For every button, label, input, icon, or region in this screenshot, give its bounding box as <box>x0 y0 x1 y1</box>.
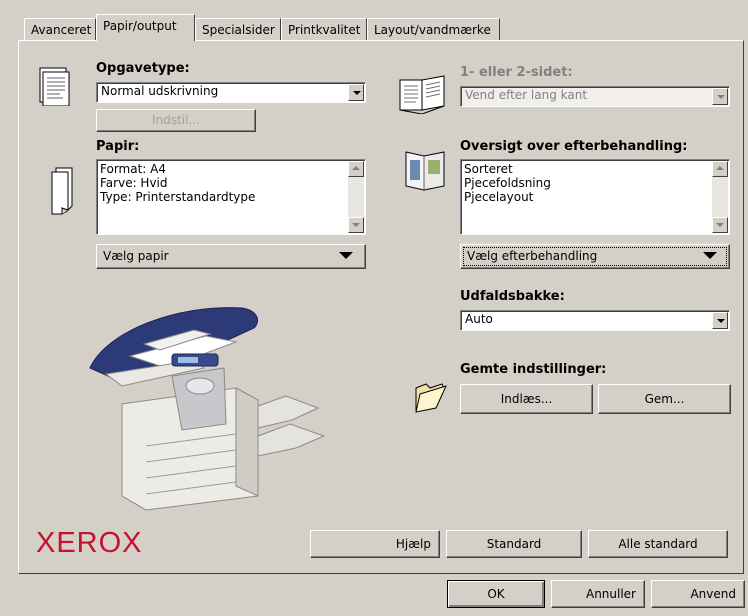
paper-color: Farve: Hvid <box>100 176 168 190</box>
sides-select[interactable]: Vend efter lang kant <box>460 86 730 107</box>
booklet-icon <box>405 151 445 191</box>
saved-settings-label: Gemte indstillinger: <box>460 362 607 377</box>
xerox-logo: XEROX <box>36 527 143 559</box>
duplex-book-icon <box>399 75 445 114</box>
paper-stack-icon <box>51 167 73 215</box>
finishing-summary-list[interactable]: Sorteret Pjecefoldsning Pjecelayout <box>460 159 730 235</box>
chevron-down-icon[interactable] <box>348 84 364 101</box>
select-finishing-label: Vælg efterbehandling <box>467 249 598 263</box>
setup-button[interactable]: Indstil... <box>96 109 256 132</box>
paper-summary-list[interactable]: Format: A4 Farve: Hvid Type: Printerstan… <box>96 159 366 235</box>
paper-format: Format: A4 <box>100 162 166 176</box>
output-tray-label: Udfaldsbakke: <box>460 289 565 304</box>
scroll-down-icon[interactable] <box>348 217 364 233</box>
job-type-label: Opgavetype: <box>96 61 190 76</box>
cancel-button[interactable]: Annuller <box>551 580 645 608</box>
folder-icon <box>415 383 447 413</box>
select-finishing-button[interactable]: Vælg efterbehandling <box>460 244 730 269</box>
select-paper-label: Vælg papir <box>103 249 169 263</box>
select-paper-button[interactable]: Vælg papir <box>96 244 366 269</box>
chevron-down-icon[interactable] <box>712 88 728 105</box>
printer-illustration <box>89 307 326 511</box>
save-button[interactable]: Gem... <box>598 384 731 414</box>
output-tray-select[interactable]: Auto <box>460 310 730 331</box>
all-standard-button[interactable]: Alle standard <box>588 530 728 558</box>
help-button[interactable]: Hjælp <box>310 530 440 558</box>
tab-avanceret[interactable]: Avanceret <box>24 18 96 40</box>
tab-specialsider[interactable]: Specialsider <box>195 18 281 40</box>
paper-scrollbar[interactable] <box>348 161 364 233</box>
finishing-label: Oversigt over efterbehandling: <box>460 139 688 154</box>
chevron-down-icon[interactable] <box>712 312 728 329</box>
chevron-down-icon <box>703 252 717 259</box>
job-type-select[interactable]: Normal udskrivning <box>96 82 366 103</box>
chevron-down-icon <box>339 252 353 259</box>
tab-papir-output[interactable]: Papir/output <box>96 14 195 41</box>
output-tray-value: Auto <box>465 312 493 326</box>
sides-label: 1- eller 2-sidet: <box>460 65 573 80</box>
job-type-value: Normal udskrivning <box>101 84 219 98</box>
tab-printkvalitet[interactable]: Printkvalitet <box>281 18 367 40</box>
paper-label: Papir: <box>96 139 140 154</box>
sides-value: Vend efter lang kant <box>465 88 588 102</box>
tab-layout-vandmaerke[interactable]: Layout/vandmærke <box>367 18 500 40</box>
scroll-down-icon[interactable] <box>712 217 728 233</box>
load-button[interactable]: Indlæs... <box>460 384 593 414</box>
scroll-up-icon[interactable] <box>712 161 728 177</box>
apply-button[interactable]: Anvend <box>651 580 745 608</box>
finishing-booklet-layout: Pjecelayout <box>464 190 534 204</box>
finishing-booklet-fold: Pjecefoldsning <box>464 176 551 190</box>
ok-button[interactable]: OK <box>447 580 545 608</box>
finishing-collated: Sorteret <box>464 162 513 176</box>
document-icon <box>39 67 70 106</box>
standard-button[interactable]: Standard <box>446 530 582 558</box>
finishing-scrollbar[interactable] <box>712 161 728 233</box>
paper-type: Type: Printerstandardtype <box>100 190 256 204</box>
scroll-up-icon[interactable] <box>348 161 364 177</box>
